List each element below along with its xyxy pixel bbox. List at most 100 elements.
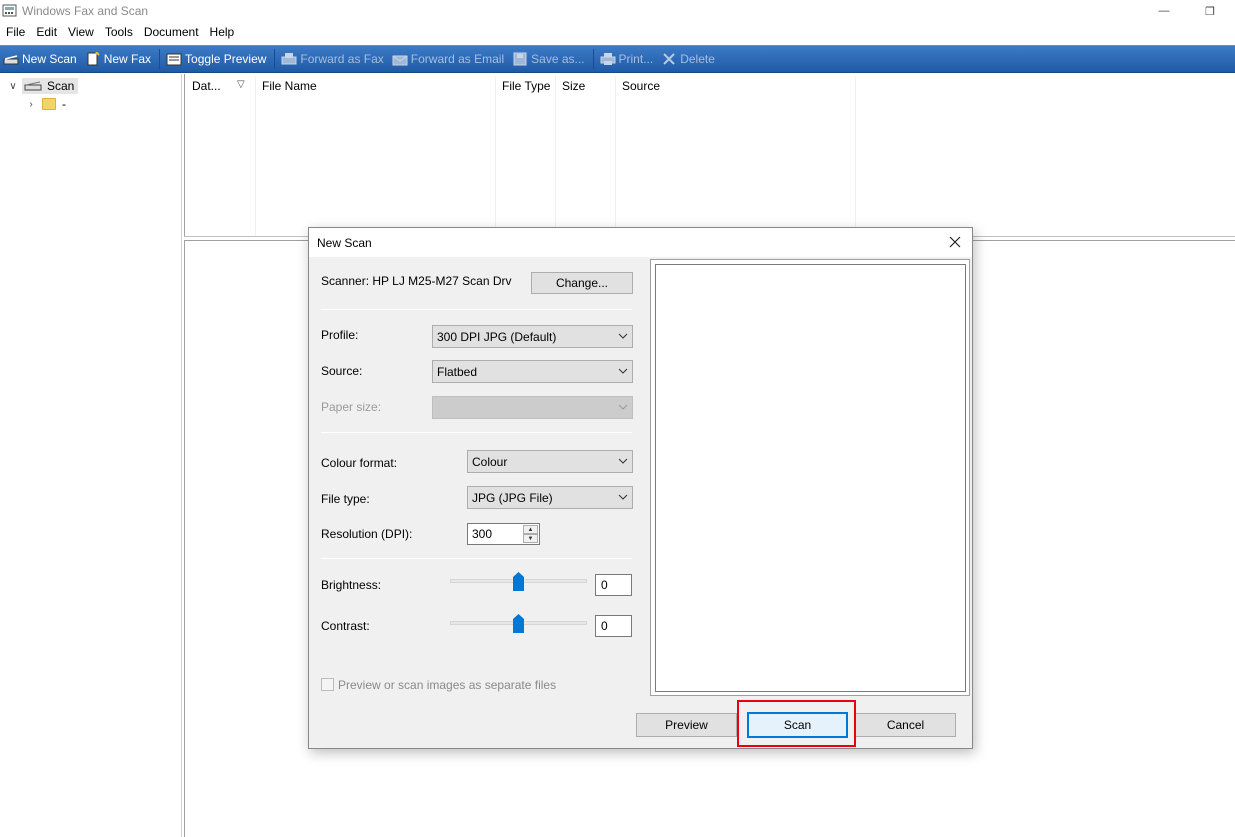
divider <box>321 309 632 310</box>
toolbar-separator <box>592 49 594 69</box>
colour-format-value: Colour <box>472 455 508 469</box>
menu-tools[interactable]: Tools <box>99 22 138 43</box>
resolution-label: Resolution (DPI): <box>321 527 413 541</box>
brightness-slider-thumb[interactable] <box>513 572 524 591</box>
colour-format-label: Colour format: <box>321 456 398 470</box>
contrast-slider-thumb[interactable] <box>513 614 524 633</box>
save-as-button[interactable]: Save as... <box>509 47 589 71</box>
file-type-dropdown[interactable]: JPG (JPG File) <box>467 486 633 509</box>
new-scan-dialog: New Scan Scanner: HP LJ M25-M27 Scan Drv… <box>308 227 973 749</box>
print-label: Print... <box>618 52 654 66</box>
separate-files-label: Preview or scan images as separate files <box>338 678 557 692</box>
new-fax-label: New Fax <box>103 52 152 66</box>
dialog-title: New Scan <box>317 236 372 250</box>
column-header-file-name[interactable]: File Name <box>262 79 317 93</box>
paper-size-dropdown[interactable] <box>432 396 633 419</box>
preview-pane-icon <box>166 53 182 66</box>
file-type-label: File type: <box>321 492 370 506</box>
title-bar: Windows Fax and Scan — ❐ <box>0 0 1235 22</box>
profile-dropdown[interactable]: 300 DPI JPG (Default) <box>432 325 633 348</box>
menu-edit[interactable]: Edit <box>30 22 62 43</box>
folder-tree: ∨ Scan › - <box>0 74 182 837</box>
document-list: Dat... ▽ File Name File Type Size Source <box>184 74 1235 236</box>
chevron-down-icon <box>618 404 628 410</box>
tree-item-scan-label: Scan <box>47 79 75 93</box>
forward-as-email-label: Forward as Email <box>410 52 505 66</box>
folder-icon <box>42 98 56 110</box>
forward-as-email-button[interactable]: Forward as Email <box>389 47 509 71</box>
contrast-value-input[interactable]: 0 <box>595 615 632 637</box>
brightness-label: Brightness: <box>321 578 382 592</box>
chevron-down-icon <box>618 333 628 339</box>
column-divider <box>855 76 856 236</box>
forward-as-fax-button[interactable]: Forward as Fax <box>278 47 388 71</box>
new-scan-label: New Scan <box>22 52 77 66</box>
contrast-label: Contrast: <box>321 619 370 633</box>
minimize-icon: — <box>1158 5 1170 17</box>
column-header-date[interactable]: Dat... <box>192 79 221 93</box>
new-fax-button[interactable]: New Fax <box>82 47 156 71</box>
toolbar-separator <box>159 49 161 69</box>
column-divider <box>555 76 556 236</box>
source-label: Source: <box>321 364 363 378</box>
menu-document[interactable]: Document <box>138 22 204 43</box>
toggle-preview-button[interactable]: Toggle Preview <box>163 47 271 71</box>
divider <box>321 558 632 559</box>
source-dropdown[interactable]: Flatbed <box>432 360 633 383</box>
preview-button[interactable]: Preview <box>636 713 737 737</box>
chevron-down-icon <box>618 368 628 374</box>
delete-button[interactable]: Delete <box>658 47 720 71</box>
print-button[interactable]: Print... <box>597 47 659 71</box>
brightness-value-input[interactable]: 0 <box>595 574 632 596</box>
menu-help[interactable]: Help <box>204 22 240 43</box>
minimize-button[interactable]: — <box>1141 0 1187 22</box>
save-as-label: Save as... <box>531 52 585 66</box>
tree-item-folder[interactable]: › - <box>24 95 66 113</box>
save-icon <box>513 52 527 66</box>
chevron-right-icon[interactable]: › <box>24 99 38 110</box>
spin-up-button[interactable]: ▲ <box>523 525 538 534</box>
forward-as-fax-label: Forward as Fax <box>300 52 384 66</box>
window-title: Windows Fax and Scan <box>22 4 149 18</box>
resolution-spinner[interactable]: 300 ▲ ▼ <box>467 523 540 545</box>
scan-button[interactable]: Scan <box>747 712 848 738</box>
sort-ascending-icon: ▽ <box>237 79 245 90</box>
toolbar: New Scan New Fax Toggle Preview Forward … <box>0 45 1235 73</box>
scanner-icon <box>24 81 42 91</box>
chevron-down-icon <box>618 494 628 500</box>
email-icon <box>392 55 408 66</box>
chevron-down-icon <box>618 458 628 464</box>
dialog-close-button[interactable] <box>944 231 966 253</box>
divider <box>321 432 632 433</box>
menu-file[interactable]: File <box>0 22 30 43</box>
menu-bar: File Edit View Tools Document Help <box>0 22 1235 43</box>
restore-button[interactable]: ❐ <box>1187 0 1233 22</box>
dialog-title-bar: New Scan <box>309 228 972 257</box>
column-divider <box>615 76 616 236</box>
cancel-button[interactable]: Cancel <box>855 713 956 737</box>
separate-files-checkbox[interactable] <box>321 678 334 691</box>
column-header-file-type[interactable]: File Type <box>502 79 550 93</box>
printer-icon <box>600 53 616 65</box>
column-header-source[interactable]: Source <box>622 79 660 93</box>
colour-format-dropdown[interactable]: Colour <box>467 450 633 473</box>
change-scanner-button[interactable]: Change... <box>531 272 633 294</box>
delete-label: Delete <box>680 52 715 66</box>
column-divider <box>255 76 256 236</box>
close-icon <box>949 236 961 248</box>
chevron-down-icon[interactable]: ∨ <box>6 81 20 92</box>
file-type-value: JPG (JPG File) <box>472 491 553 505</box>
menu-view[interactable]: View <box>62 22 99 43</box>
scanner-name-label: Scanner: HP LJ M25-M27 Scan Drv <box>321 274 512 288</box>
scanner-icon <box>3 55 19 65</box>
tree-item-scan[interactable]: ∨ Scan <box>6 77 79 95</box>
profile-value: 300 DPI JPG (Default) <box>437 330 557 344</box>
delete-icon <box>663 53 675 65</box>
new-document-icon <box>87 52 100 66</box>
toggle-preview-label: Toggle Preview <box>185 52 267 66</box>
tree-item-scan-selection: Scan <box>22 78 79 94</box>
new-scan-button[interactable]: New Scan <box>0 47 82 71</box>
spin-down-button[interactable]: ▼ <box>523 534 538 543</box>
paper-size-label: Paper size: <box>321 400 382 414</box>
column-header-size[interactable]: Size <box>562 79 585 93</box>
